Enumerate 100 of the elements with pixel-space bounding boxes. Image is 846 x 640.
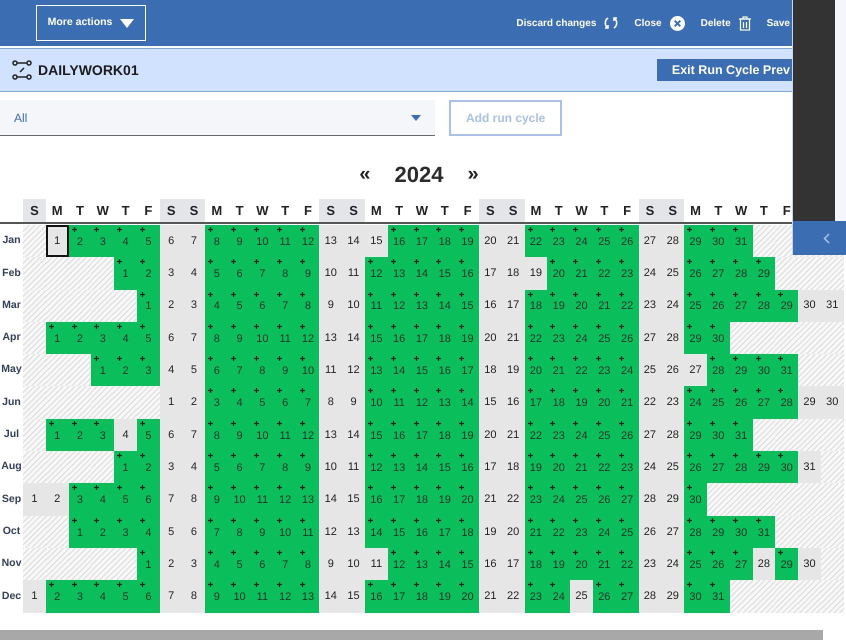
day[interactable]: 23 [638,548,662,580]
run-day[interactable]: 31 [752,516,776,548]
run-day[interactable]: 13 [433,386,456,419]
run-day[interactable]: 25 [570,483,593,516]
day[interactable]: 13 [342,516,365,548]
run-day[interactable]: 18 [456,516,479,548]
run-day[interactable]: 26 [616,322,639,354]
run-day[interactable]: 6 [250,290,274,322]
run-day[interactable]: 22 [616,290,639,322]
run-day[interactable]: 19 [456,418,479,452]
run-day[interactable]: 6 [274,386,297,419]
run-day[interactable]: 19 [524,451,548,484]
run-day[interactable]: 13 [364,354,388,386]
run-day[interactable]: 24 [570,418,593,452]
day[interactable]: 28 [638,580,662,613]
run-day[interactable]: 8 [296,290,320,322]
run-day[interactable]: 31 [775,354,798,386]
run-day[interactable]: 27 [730,290,752,322]
run-day[interactable]: 18 [547,386,570,419]
run-day[interactable]: 16 [364,483,388,516]
day[interactable]: 11 [319,354,342,386]
run-day[interactable]: 1 [91,354,114,386]
day[interactable]: 28 [638,483,662,516]
day[interactable]: 17 [502,290,525,322]
run-day[interactable]: 16 [433,354,456,386]
run-day[interactable]: 29 [684,418,707,452]
run-day[interactable]: 12 [410,386,434,419]
run-day[interactable]: 4 [205,290,228,322]
run-day[interactable]: 12 [388,548,411,580]
run-day[interactable]: 23 [547,418,570,452]
run-day[interactable]: 6 [205,354,228,386]
run-day[interactable]: 16 [456,257,479,290]
run-day[interactable]: 12 [274,580,297,613]
run-day[interactable]: 24 [570,225,593,258]
run-day[interactable]: 28 [730,451,752,484]
day[interactable]: 9 [319,290,342,322]
run-day[interactable]: 23 [616,451,639,484]
run-day[interactable]: 11 [296,516,320,548]
run-day[interactable]: 12 [296,322,320,354]
run-day[interactable]: 27 [616,483,639,516]
day[interactable]: 27 [638,322,662,354]
run-day[interactable]: 15 [456,548,479,580]
run-day[interactable]: 5 [228,290,251,322]
run-day[interactable]: 24 [592,516,616,548]
day[interactable]: 5 [160,516,183,548]
day[interactable]: 29 [661,483,684,516]
day[interactable]: 11 [364,548,388,580]
run-day[interactable]: 10 [250,225,274,258]
day[interactable]: 28 [661,225,684,258]
run-day[interactable]: 5 [228,548,251,580]
run-day[interactable]: 5 [136,418,160,452]
run-day[interactable]: 8 [228,516,251,548]
day[interactable]: 27 [638,225,662,258]
day[interactable]: 7 [182,418,206,452]
day[interactable]: 2 [160,290,183,322]
filter-dropdown[interactable]: All [0,100,435,136]
run-day[interactable]: 7 [250,257,274,290]
run-day[interactable]: 27 [616,580,639,613]
run-day[interactable]: 26 [684,451,707,484]
day[interactable]: 8 [319,386,342,419]
run-day[interactable]: 12 [296,225,320,258]
run-day[interactable]: 14 [456,386,479,419]
day[interactable]: 22 [502,580,525,613]
run-day[interactable]: 30 [684,580,707,613]
run-day[interactable]: 28 [684,516,707,548]
day[interactable]: 21 [502,418,525,452]
run-day[interactable]: 26 [706,548,730,580]
day[interactable]: 3 [182,548,206,580]
run-day[interactable]: 2 [136,257,160,290]
day[interactable]: 23 [661,386,684,419]
run-day[interactable]: 4 [136,516,160,548]
day[interactable]: 16 [478,290,502,322]
run-day[interactable]: 1 [114,451,137,484]
run-day[interactable]: 22 [524,418,548,452]
run-day[interactable]: 18 [524,290,548,322]
run-day[interactable]: 23 [524,580,548,613]
run-day[interactable]: 29 [775,548,798,580]
run-day[interactable]: 25 [684,548,707,580]
run-day[interactable]: 12 [296,418,320,452]
run-day[interactable]: 8 [250,354,274,386]
run-day[interactable]: 2 [68,322,92,354]
run-day[interactable]: 20 [456,483,479,516]
run-day[interactable]: 22 [592,451,616,484]
next-year-button[interactable]: » [467,159,479,189]
run-day[interactable]: 21 [592,290,616,322]
run-day[interactable]: 21 [570,257,593,290]
run-day[interactable]: 7 [205,516,228,548]
run-day[interactable]: 6 [228,257,251,290]
run-day[interactable]: 5 [205,257,228,290]
day[interactable]: 14 [342,225,365,258]
run-day[interactable]: 29 [752,257,776,290]
run-day[interactable]: 20 [547,257,570,290]
run-day[interactable]: 14 [433,548,456,580]
run-day[interactable]: 9 [274,354,297,386]
run-day[interactable]: 27 [730,548,752,580]
day[interactable]: 30 [820,386,844,419]
run-day[interactable]: 11 [274,418,297,452]
run-day[interactable]: 24 [616,354,639,386]
run-day[interactable]: 18 [433,322,456,354]
run-day[interactable]: 22 [547,516,570,548]
